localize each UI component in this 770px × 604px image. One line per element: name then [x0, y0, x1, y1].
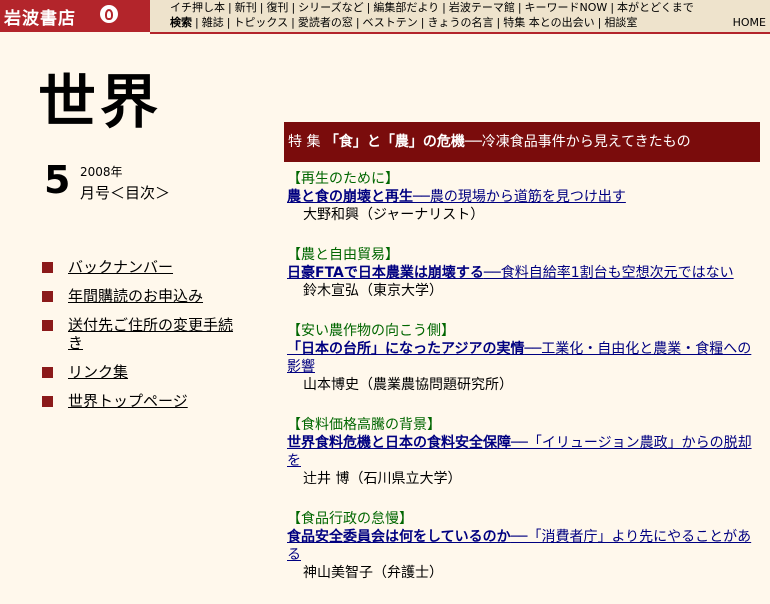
- article-item: 【食品行政の怠慢】 食品安全委員会は何をしているのか──「消費者庁」より先にやる…: [287, 510, 757, 582]
- nav-item[interactable]: 本がとどくまで: [617, 1, 694, 14]
- nav-item[interactable]: 雑誌: [202, 16, 224, 29]
- nav-item[interactable]: ベストテン: [363, 16, 418, 29]
- magazine-title: 世界: [38, 68, 163, 136]
- nav-item[interactable]: 相談室: [604, 16, 637, 29]
- nav-item[interactable]: きょうの名言: [428, 16, 494, 29]
- article-category: 【安い農作物の向こう側】: [287, 323, 455, 339]
- square-bullet-icon: [42, 262, 53, 273]
- side-menu: バックナンバー 年間購読のお申込み 送付先ご住所の変更手続き リンク集 世界トッ…: [42, 258, 242, 421]
- side-menu-item: リンク集: [42, 363, 242, 381]
- logo-text: 岩波書店: [4, 9, 76, 29]
- nav-item[interactable]: 編集部だより: [373, 1, 439, 14]
- article-category: 【再生のために】: [287, 171, 399, 187]
- nav-item[interactable]: 岩波テーマ館: [449, 1, 515, 14]
- nav-item[interactable]: 復刊: [266, 1, 288, 14]
- article-title-link[interactable]: 「日本の台所」になったアジアの実情──工業化・自由化と農業・食糧への影響: [287, 340, 757, 376]
- square-bullet-icon: [42, 320, 53, 331]
- article-title-link[interactable]: 世界食料危機と日本の食料安全保障──「イリュージョン農政」からの脱却を: [287, 434, 757, 470]
- side-menu-item: 世界トップページ: [42, 392, 242, 410]
- side-link-sekai-top[interactable]: 世界トップページ: [68, 392, 188, 410]
- nav-item[interactable]: キーワードNOW: [525, 1, 608, 14]
- nav-item[interactable]: イチ押し本: [170, 1, 225, 14]
- article-category: 【農と自由貿易】: [287, 247, 399, 263]
- article-item: 【農と自由貿易】 日豪FTAで日本農業は崩壊する──食料自給率1割台も空想次元で…: [287, 246, 757, 300]
- feature-title: 「食」と「農」の危機: [324, 134, 465, 150]
- nav-item[interactable]: シリーズなど: [298, 1, 363, 14]
- top-nav: イチ押し本 | 新刊 | 復刊 | シリーズなど | 編集部だより | 岩波テーマ館 | キーワードNO…: [150, 0, 770, 34]
- article-category: 【食品行政の怠慢】: [287, 511, 413, 527]
- feature-subtitle: ──冷凍食品事件から見えてきたもの: [464, 134, 691, 150]
- side-link-subscription[interactable]: 年間購読のお申込み: [68, 287, 203, 305]
- side-link-backnumber[interactable]: バックナンバー: [68, 258, 173, 276]
- side-menu-item: 年間購読のお申込み: [42, 287, 242, 305]
- side-menu-item: バックナンバー: [42, 258, 242, 276]
- article-author: 大野和興（ジャーナリスト）: [303, 207, 485, 223]
- site-header: 岩波書店 イチ押し本 | 新刊 | 復刊 | シリーズなど | 編集部だより | 岩波テーマ館 | キー…: [0, 0, 770, 34]
- article-list: 【再生のために】 農と食の崩壊と再生──農の現場から道筋を見つけ出す 大野和興（…: [287, 170, 757, 604]
- article-author: 辻井 博（石川県立大学）: [303, 471, 462, 487]
- issue-year: 2008年: [80, 165, 123, 179]
- nav-row-2: 検索 | 雑誌 | トピックス | 愛読者の窓 | ベストテン | きょうの名言 | 特集 本との出会い…: [170, 16, 638, 29]
- article-title-link[interactable]: 日豪FTAで日本農業は崩壊する──食料自給率1割台も空想次元ではない: [287, 264, 757, 282]
- article-author: 鈴木宣弘（東京大学）: [303, 283, 443, 299]
- nav-item[interactable]: トピックス: [233, 16, 288, 29]
- publisher-logo[interactable]: 岩波書店: [0, 0, 150, 32]
- feature-banner: 特 集 「食」と「農」の危機──冷凍食品事件から見えてきたもの: [284, 122, 760, 162]
- article-item: 【再生のために】 農と食の崩壊と再生──農の現場から道筋を見つけ出す 大野和興（…: [287, 170, 757, 224]
- article-item: 【食料価格高騰の背景】 世界食料危機と日本の食料安全保障──「イリュージョン農政…: [287, 416, 757, 488]
- square-bullet-icon: [42, 367, 53, 378]
- side-link-links[interactable]: リンク集: [68, 363, 128, 381]
- article-category: 【食料価格高騰の背景】: [287, 417, 441, 433]
- article-item: 【安い農作物の向こう側】 「日本の台所」になったアジアの実情──工業化・自由化と…: [287, 322, 757, 394]
- sower-logo-icon: [98, 3, 120, 25]
- side-link-address-change[interactable]: 送付先ご住所の変更手続き: [68, 316, 233, 352]
- issue-month: 月号＜目次＞: [80, 184, 171, 202]
- article-author: 山本博史（農業農協問題研究所）: [303, 377, 513, 393]
- square-bullet-icon: [42, 396, 53, 407]
- nav-item[interactable]: 愛読者の窓: [298, 16, 353, 29]
- square-bullet-icon: [42, 291, 53, 302]
- issue-number: 5: [44, 158, 71, 202]
- side-menu-item: 送付先ご住所の変更手続き: [42, 316, 242, 352]
- nav-item-search[interactable]: 検索: [170, 16, 192, 29]
- home-link[interactable]: HOME: [733, 16, 766, 30]
- feature-label: 特 集: [288, 134, 321, 150]
- article-author: 神山美智子（弁護士）: [303, 565, 443, 581]
- nav-item[interactable]: 特集 本との出会い: [503, 16, 594, 29]
- article-title-link[interactable]: 農と食の崩壊と再生──農の現場から道筋を見つけ出す: [287, 188, 757, 206]
- article-title-link[interactable]: 食品安全委員会は何をしているのか──「消費者庁」より先にやることがある: [287, 528, 757, 564]
- nav-row-1: イチ押し本 | 新刊 | 復刊 | シリーズなど | 編集部だより | 岩波テーマ館 | キーワードNO…: [170, 1, 694, 14]
- nav-item[interactable]: 新刊: [235, 1, 257, 14]
